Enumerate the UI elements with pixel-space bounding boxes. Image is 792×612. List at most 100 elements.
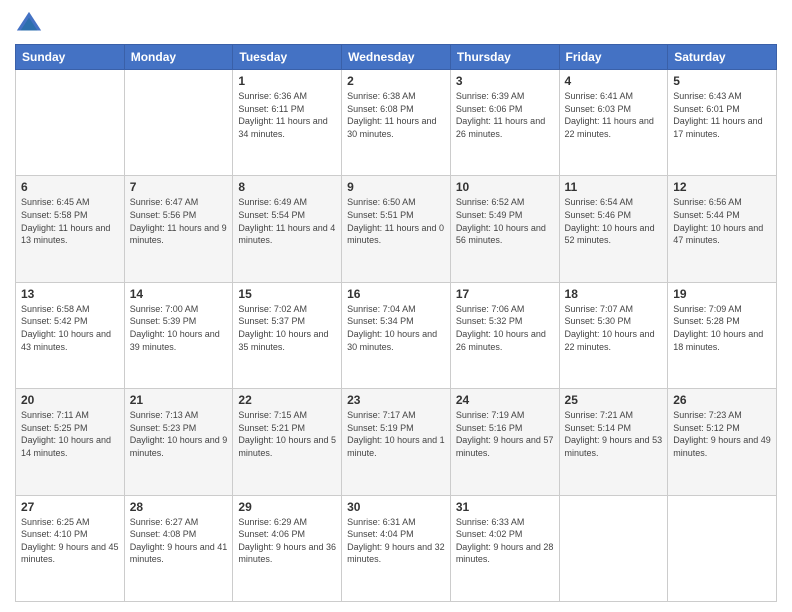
day-number: 20 (21, 393, 119, 407)
calendar-cell: 12Sunrise: 6:56 AMSunset: 5:44 PMDayligh… (668, 176, 777, 282)
day-info: Sunrise: 7:04 AMSunset: 5:34 PMDaylight:… (347, 303, 445, 353)
calendar-cell: 19Sunrise: 7:09 AMSunset: 5:28 PMDayligh… (668, 282, 777, 388)
calendar-cell (668, 495, 777, 601)
day-number: 1 (238, 74, 336, 88)
calendar-table: SundayMondayTuesdayWednesdayThursdayFrid… (15, 44, 777, 602)
calendar-week: 27 Sunrise: 6:25 AMSunset: 4:10 PMDayligh… (16, 495, 777, 601)
day-number: 29 (238, 500, 336, 514)
day-number: 14 (130, 287, 228, 301)
calendar-cell: 23Sunrise: 7:17 AMSunset: 5:19 PMDayligh… (342, 389, 451, 495)
calendar-cell: 7 Sunrise: 6:47 AMSunset: 5:56 PMDaylight… (124, 176, 233, 282)
day-number: 28 (130, 500, 228, 514)
day-info: Sunrise: 6:36 AMSunset: 6:11 PMDaylight:… (238, 90, 336, 140)
day-info: Sunrise: 6:56 AMSunset: 5:44 PMDaylight:… (673, 196, 771, 246)
calendar-cell: 13 Sunrise: 6:58 AMSunset: 5:42 PMDayligh… (16, 282, 125, 388)
calendar-cell: 9Sunrise: 6:50 AMSunset: 5:51 PMDaylight… (342, 176, 451, 282)
calendar-cell: 6 Sunrise: 6:45 AMSunset: 5:58 PMDaylight… (16, 176, 125, 282)
day-number: 31 (456, 500, 554, 514)
calendar-cell: 25 Sunrise: 7:21 AMSunset: 5:14 PMDayligh… (559, 389, 668, 495)
day-number: 21 (130, 393, 228, 407)
day-number: 23 (347, 393, 445, 407)
calendar-cell: 31 Sunrise: 6:33 AMSunset: 4:02 PMDayligh… (450, 495, 559, 601)
day-info: Sunrise: 7:13 AMSunset: 5:23 PMDaylight:… (130, 409, 228, 459)
calendar-cell: 17Sunrise: 7:06 AMSunset: 5:32 PMDayligh… (450, 282, 559, 388)
calendar-cell (124, 70, 233, 176)
day-number: 11 (565, 180, 663, 194)
weekday-header: Wednesday (342, 45, 451, 70)
day-info: Sunrise: 7:21 AMSunset: 5:14 PMDaylight:… (565, 409, 663, 459)
calendar-cell: 24Sunrise: 7:19 AMSunset: 5:16 PMDayligh… (450, 389, 559, 495)
calendar-cell: 1 Sunrise: 6:36 AMSunset: 6:11 PMDaylight… (233, 70, 342, 176)
calendar-cell: 16 Sunrise: 7:04 AMSunset: 5:34 PMDayligh… (342, 282, 451, 388)
day-info: Sunrise: 7:15 AMSunset: 5:21 PMDaylight:… (238, 409, 336, 459)
day-info: Sunrise: 6:58 AMSunset: 5:42 PMDaylight:… (21, 303, 119, 353)
calendar-week: 1 Sunrise: 6:36 AMSunset: 6:11 PMDaylight… (16, 70, 777, 176)
day-number: 13 (21, 287, 119, 301)
day-info: Sunrise: 6:25 AMSunset: 4:10 PMDaylight:… (21, 516, 119, 566)
day-info: Sunrise: 6:50 AMSunset: 5:51 PMDaylight:… (347, 196, 445, 246)
calendar-cell: 30Sunrise: 6:31 AMSunset: 4:04 PMDayligh… (342, 495, 451, 601)
calendar-week: 6 Sunrise: 6:45 AMSunset: 5:58 PMDaylight… (16, 176, 777, 282)
day-number: 18 (565, 287, 663, 301)
day-info: Sunrise: 6:39 AMSunset: 6:06 PMDaylight:… (456, 90, 554, 140)
calendar-cell: 15 Sunrise: 7:02 AMSunset: 5:37 PMDayligh… (233, 282, 342, 388)
calendar-cell: 10 Sunrise: 6:52 AMSunset: 5:49 PMDayligh… (450, 176, 559, 282)
weekday-header: Sunday (16, 45, 125, 70)
calendar-cell: 3 Sunrise: 6:39 AMSunset: 6:06 PMDaylight… (450, 70, 559, 176)
day-number: 22 (238, 393, 336, 407)
weekday-header: Friday (559, 45, 668, 70)
day-number: 10 (456, 180, 554, 194)
calendar-week: 13 Sunrise: 6:58 AMSunset: 5:42 PMDayligh… (16, 282, 777, 388)
calendar-cell: 27 Sunrise: 6:25 AMSunset: 4:10 PMDayligh… (16, 495, 125, 601)
calendar-header: SundayMondayTuesdayWednesdayThursdayFrid… (16, 45, 777, 70)
day-info: Sunrise: 6:27 AMSunset: 4:08 PMDaylight:… (130, 516, 228, 566)
calendar-cell: 22 Sunrise: 7:15 AMSunset: 5:21 PMDayligh… (233, 389, 342, 495)
calendar-cell: 26 Sunrise: 7:23 AMSunset: 5:12 PMDayligh… (668, 389, 777, 495)
calendar-cell: 28 Sunrise: 6:27 AMSunset: 4:08 PMDayligh… (124, 495, 233, 601)
day-number: 8 (238, 180, 336, 194)
calendar-cell: 4Sunrise: 6:41 AMSunset: 6:03 PMDaylight… (559, 70, 668, 176)
day-number: 27 (21, 500, 119, 514)
day-info: Sunrise: 6:45 AMSunset: 5:58 PMDaylight:… (21, 196, 119, 246)
logo-icon (15, 10, 43, 38)
day-number: 2 (347, 74, 445, 88)
calendar-week: 20 Sunrise: 7:11 AMSunset: 5:25 PMDayligh… (16, 389, 777, 495)
calendar-cell: 21 Sunrise: 7:13 AMSunset: 5:23 PMDayligh… (124, 389, 233, 495)
weekday-header: Monday (124, 45, 233, 70)
day-number: 26 (673, 393, 771, 407)
day-number: 16 (347, 287, 445, 301)
day-info: Sunrise: 6:52 AMSunset: 5:49 PMDaylight:… (456, 196, 554, 246)
calendar-cell: 2 Sunrise: 6:38 AMSunset: 6:08 PMDaylight… (342, 70, 451, 176)
day-number: 15 (238, 287, 336, 301)
day-info: Sunrise: 7:23 AMSunset: 5:12 PMDaylight:… (673, 409, 771, 459)
weekday-header: Tuesday (233, 45, 342, 70)
day-info: Sunrise: 7:19 AMSunset: 5:16 PMDaylight:… (456, 409, 554, 459)
day-info: Sunrise: 6:54 AMSunset: 5:46 PMDaylight:… (565, 196, 663, 246)
calendar-cell: 14 Sunrise: 7:00 AMSunset: 5:39 PMDayligh… (124, 282, 233, 388)
calendar-cell (16, 70, 125, 176)
day-number: 25 (565, 393, 663, 407)
weekday-header: Saturday (668, 45, 777, 70)
calendar-body: 1 Sunrise: 6:36 AMSunset: 6:11 PMDaylight… (16, 70, 777, 602)
day-number: 30 (347, 500, 445, 514)
calendar-cell: 18 Sunrise: 7:07 AMSunset: 5:30 PMDayligh… (559, 282, 668, 388)
day-info: Sunrise: 7:02 AMSunset: 5:37 PMDaylight:… (238, 303, 336, 353)
calendar-cell: 8Sunrise: 6:49 AMSunset: 5:54 PMDaylight… (233, 176, 342, 282)
day-info: Sunrise: 6:43 AMSunset: 6:01 PMDaylight:… (673, 90, 771, 140)
day-number: 3 (456, 74, 554, 88)
calendar-cell: 29 Sunrise: 6:29 AMSunset: 4:06 PMDayligh… (233, 495, 342, 601)
day-info: Sunrise: 6:33 AMSunset: 4:02 PMDaylight:… (456, 516, 554, 566)
day-number: 5 (673, 74, 771, 88)
day-info: Sunrise: 6:29 AMSunset: 4:06 PMDaylight:… (238, 516, 336, 566)
day-info: Sunrise: 6:38 AMSunset: 6:08 PMDaylight:… (347, 90, 445, 140)
calendar-cell (559, 495, 668, 601)
day-number: 7 (130, 180, 228, 194)
day-number: 6 (21, 180, 119, 194)
day-info: Sunrise: 6:41 AMSunset: 6:03 PMDaylight:… (565, 90, 663, 140)
day-info: Sunrise: 7:11 AMSunset: 5:25 PMDaylight:… (21, 409, 119, 459)
calendar-cell: 20 Sunrise: 7:11 AMSunset: 5:25 PMDayligh… (16, 389, 125, 495)
day-info: Sunrise: 7:00 AMSunset: 5:39 PMDaylight:… (130, 303, 228, 353)
day-number: 19 (673, 287, 771, 301)
day-info: Sunrise: 6:47 AMSunset: 5:56 PMDaylight:… (130, 196, 228, 246)
day-info: Sunrise: 7:07 AMSunset: 5:30 PMDaylight:… (565, 303, 663, 353)
